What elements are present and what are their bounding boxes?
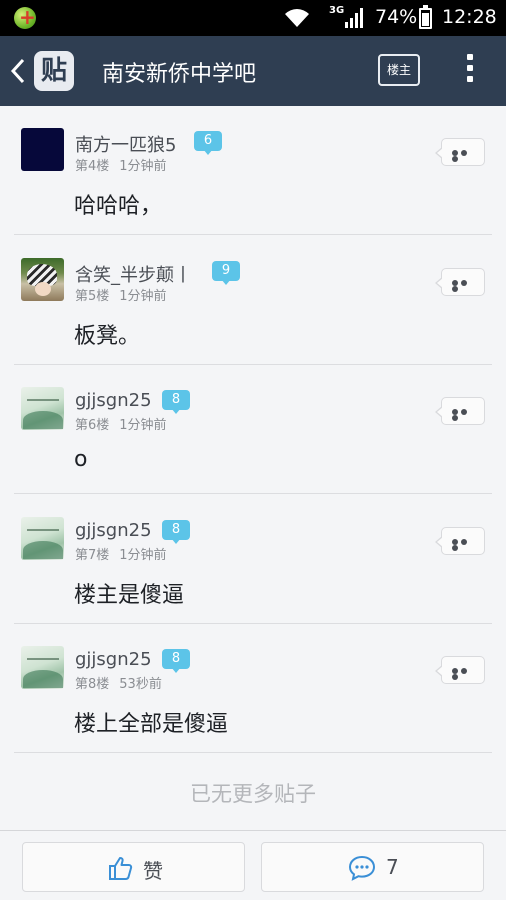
level-number: 8 bbox=[171, 392, 181, 407]
post-more-button[interactable] bbox=[435, 656, 485, 684]
ellipsis-icon bbox=[452, 280, 476, 292]
post-item: gjjsgn25 8 第8楼 53秒前 楼上全部是傻逼 bbox=[0, 624, 506, 753]
post-meta: 第5楼 1分钟前 bbox=[75, 285, 177, 304]
level-badge: 8 bbox=[162, 390, 190, 416]
comment-button[interactable]: 7 bbox=[261, 842, 484, 892]
level-number: 9 bbox=[221, 263, 231, 278]
louzhu-only-button[interactable]: 楼主 bbox=[378, 54, 420, 86]
post-meta: 第8楼 53秒前 bbox=[75, 673, 172, 692]
post-list: 南方一匹狼5 6 第4楼 1分钟前 哈哈哈， 含笑_半步颠丨 9 第5楼 1分钟前 … bbox=[0, 106, 506, 830]
level-number: 8 bbox=[171, 651, 181, 666]
overflow-menu-icon[interactable] bbox=[462, 54, 478, 88]
app-notification-icon bbox=[14, 5, 36, 29]
floor-number: 第4楼 bbox=[75, 159, 110, 174]
level-number: 8 bbox=[171, 522, 181, 537]
post-content: 板凳。 bbox=[74, 324, 141, 349]
post-more-button[interactable] bbox=[435, 397, 485, 425]
avatar[interactable] bbox=[21, 258, 64, 301]
clock: 12:28 bbox=[442, 6, 497, 28]
status-bar: 3G 74% 12:28 bbox=[0, 0, 506, 36]
back-chevron-icon[interactable] bbox=[10, 58, 26, 84]
signal-icon bbox=[345, 8, 363, 28]
comment-bubble-icon bbox=[348, 855, 376, 881]
battery-percent: 74% bbox=[375, 6, 418, 28]
title-bar: 贴 南安新侨中学吧 楼主 bbox=[0, 36, 506, 106]
username[interactable]: 含笑_半步颠丨 bbox=[75, 261, 192, 287]
like-label: 赞 bbox=[143, 859, 163, 883]
post-content: 楼主是傻逼 bbox=[74, 583, 185, 608]
avatar[interactable] bbox=[21, 128, 64, 171]
battery-icon bbox=[419, 5, 432, 29]
comment-count: 7 bbox=[386, 855, 399, 879]
username[interactable]: gjjsgn25 bbox=[75, 649, 152, 670]
level-badge: 9 bbox=[212, 261, 240, 287]
post-item: gjjsgn25 8 第6楼 1分钟前 o bbox=[0, 365, 506, 494]
post-more-button[interactable] bbox=[435, 268, 485, 296]
post-content: o bbox=[74, 447, 88, 472]
no-more-posts-label: 已无更多贴子 bbox=[190, 782, 316, 806]
username[interactable]: 南方一匹狼5 bbox=[75, 131, 176, 157]
post-time: 1分钟前 bbox=[119, 289, 167, 304]
floor-number: 第8楼 bbox=[75, 677, 110, 692]
username[interactable]: gjjsgn25 bbox=[75, 390, 152, 411]
avatar[interactable] bbox=[21, 517, 64, 560]
post-content: 楼上全部是傻逼 bbox=[74, 712, 229, 737]
bottom-action-bar: 赞 7 bbox=[0, 830, 506, 900]
ellipsis-icon bbox=[452, 409, 476, 421]
post-time: 53秒前 bbox=[119, 677, 162, 692]
level-badge: 8 bbox=[162, 520, 190, 546]
divider bbox=[14, 234, 492, 235]
battery-fill bbox=[422, 13, 429, 26]
post-content: 哈哈哈， bbox=[74, 194, 163, 219]
post-item: 南方一匹狼5 6 第4楼 1分钟前 哈哈哈， bbox=[0, 106, 506, 235]
post-meta: 第6楼 1分钟前 bbox=[75, 414, 177, 433]
floor-number: 第5楼 bbox=[75, 289, 110, 304]
wifi-icon bbox=[285, 9, 309, 27]
level-number: 6 bbox=[203, 133, 213, 148]
post-meta: 第7楼 1分钟前 bbox=[75, 544, 177, 563]
post-item: 含笑_半步颠丨 9 第5楼 1分钟前 板凳。 bbox=[0, 236, 506, 365]
divider bbox=[14, 493, 492, 494]
floor-number: 第6楼 bbox=[75, 418, 110, 433]
post-time: 1分钟前 bbox=[119, 159, 167, 174]
page-title: 南安新侨中学吧 bbox=[102, 62, 257, 87]
avatar[interactable] bbox=[21, 646, 64, 689]
ellipsis-icon bbox=[452, 150, 476, 162]
post-time: 1分钟前 bbox=[119, 548, 167, 563]
like-button[interactable]: 赞 bbox=[22, 842, 245, 892]
post-item: gjjsgn25 8 第7楼 1分钟前 楼主是傻逼 bbox=[0, 495, 506, 624]
post-more-button[interactable] bbox=[435, 138, 485, 166]
network-type-label: 3G bbox=[329, 5, 345, 16]
username[interactable]: gjjsgn25 bbox=[75, 520, 152, 541]
post-time: 1分钟前 bbox=[119, 418, 167, 433]
level-badge: 6 bbox=[194, 131, 222, 157]
post-more-button[interactable] bbox=[435, 527, 485, 555]
post-meta: 第4楼 1分钟前 bbox=[75, 155, 177, 174]
thumbs-up-icon bbox=[109, 857, 133, 880]
divider bbox=[14, 752, 492, 753]
floor-number: 第7楼 bbox=[75, 548, 110, 563]
tieba-logo[interactable]: 贴 bbox=[34, 51, 74, 91]
ellipsis-icon bbox=[452, 539, 476, 551]
ellipsis-icon bbox=[452, 668, 476, 680]
level-badge: 8 bbox=[162, 649, 190, 675]
avatar[interactable] bbox=[21, 387, 64, 430]
